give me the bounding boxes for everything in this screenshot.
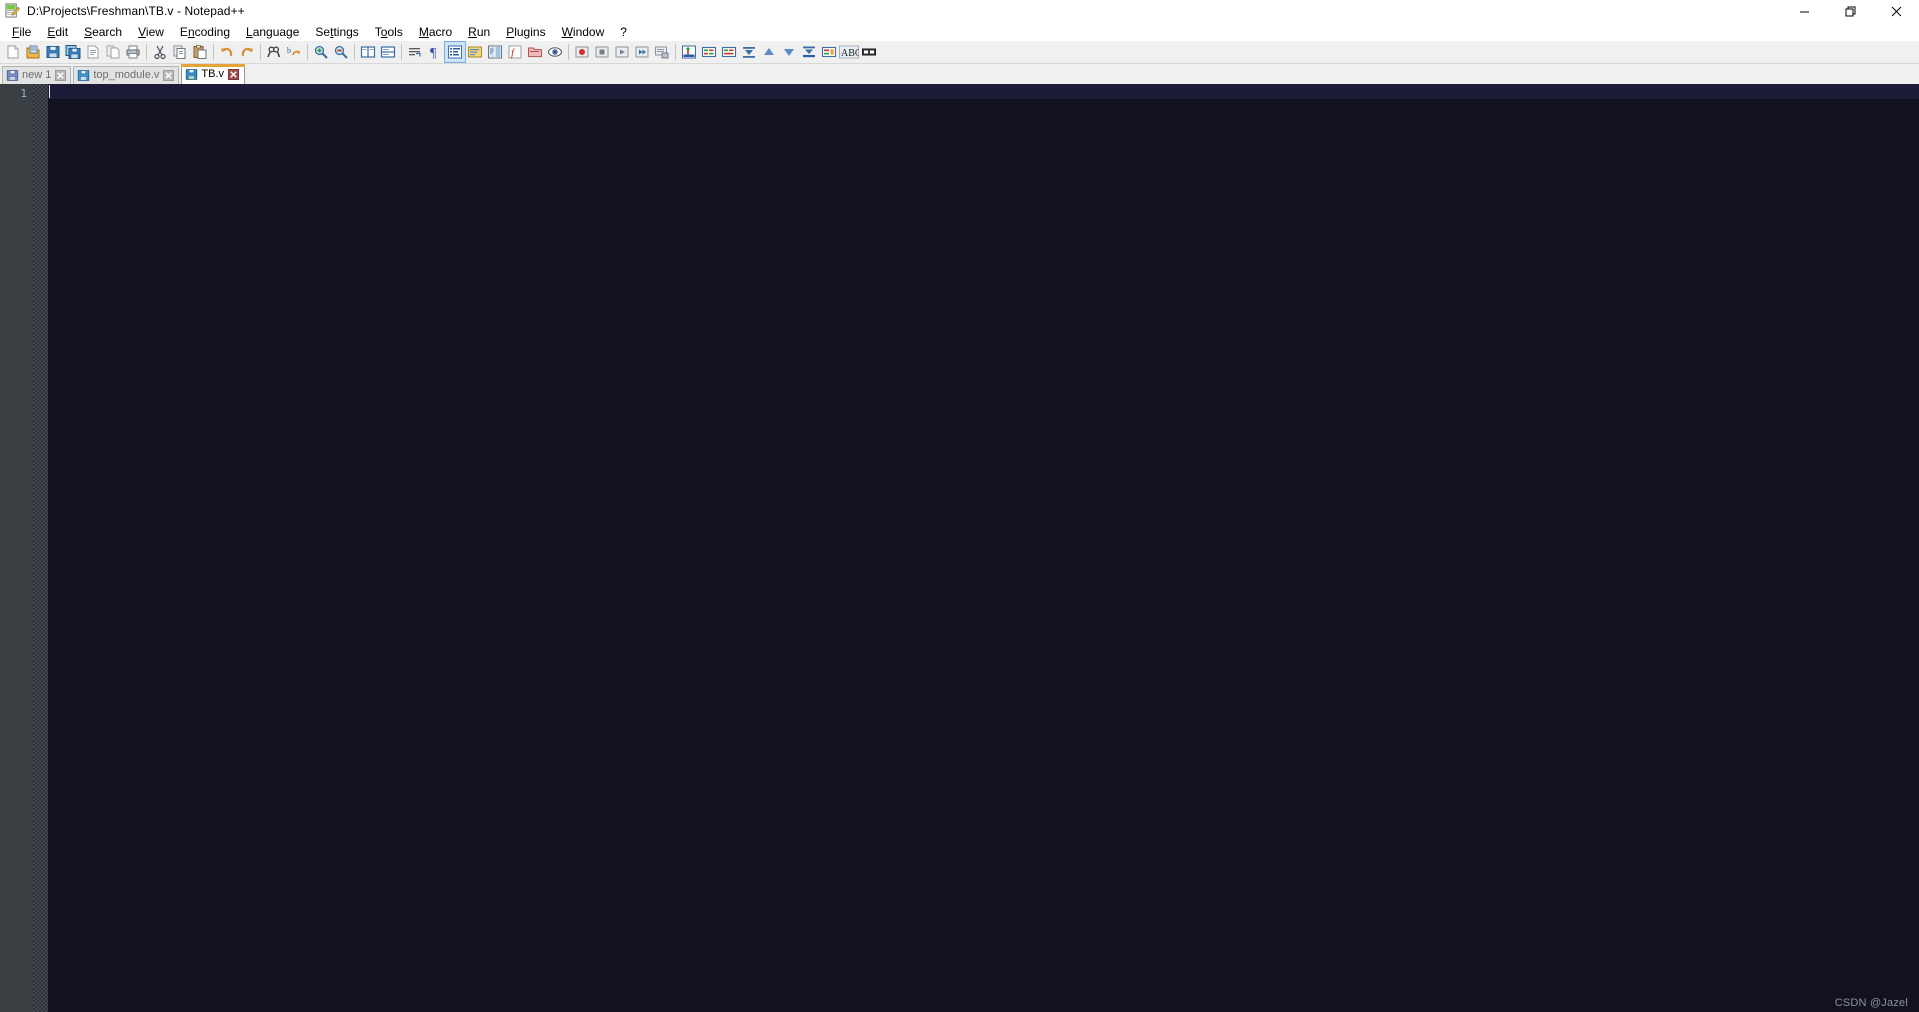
notepadpp-window: D:\Projects\Freshman\TB.v - Notepad++ Fi…	[0, 0, 1919, 1012]
bookmark-toggle-icon[interactable]	[699, 42, 719, 62]
toolbar-separator	[354, 44, 355, 60]
svg-text:¶: ¶	[430, 46, 437, 60]
macro-multiplay-icon[interactable]	[632, 42, 652, 62]
menu-language[interactable]: Language	[238, 23, 307, 41]
line-number: 1	[20, 87, 27, 100]
code-canvas[interactable]	[48, 84, 1919, 1012]
find-icon[interactable]	[264, 42, 284, 62]
bookmark-clear-icon[interactable]	[719, 42, 739, 62]
menu-tools[interactable]: Tools	[367, 23, 411, 41]
document-map-icon[interactable]	[485, 42, 505, 62]
svg-text:b: b	[287, 46, 291, 55]
tab-top-module-v[interactable]: top_module.v	[73, 66, 180, 84]
close-tab-icon[interactable]	[228, 69, 240, 80]
svg-text:ABC: ABC	[841, 48, 859, 59]
document-tab-bar: new 1 top_module.v TB.v	[0, 64, 1919, 84]
close-tab-icon[interactable]	[163, 70, 175, 81]
paste-icon[interactable]	[190, 42, 210, 62]
toolbar-separator	[213, 44, 214, 60]
tab-label: TB.v	[201, 68, 225, 80]
sync-vertical-scrolling-icon[interactable]	[358, 42, 378, 62]
toolbar-separator	[260, 44, 261, 60]
save-icon[interactable]	[43, 42, 63, 62]
macro-stop-icon[interactable]	[592, 42, 612, 62]
close-document-icon[interactable]	[83, 42, 103, 62]
title-bar: D:\Projects\Freshman\TB.v - Notepad++	[0, 0, 1919, 22]
function-list-icon[interactable]: f	[505, 42, 525, 62]
macro-record-icon[interactable]	[572, 42, 592, 62]
tab-label: new 1	[22, 69, 52, 81]
menu-plugins[interactable]: Plugins	[498, 23, 553, 41]
copy-icon[interactable]	[170, 42, 190, 62]
menu-run[interactable]: Run	[460, 23, 498, 41]
bookmark-next-icon[interactable]	[739, 42, 759, 62]
editor-area[interactable]: 1 CSDN @Jazel	[0, 84, 1919, 1012]
menu-macro[interactable]: Macro	[411, 23, 460, 41]
fullscreen-icon[interactable]	[859, 42, 879, 62]
current-line-highlight	[48, 84, 1919, 99]
save-document-icon	[185, 68, 198, 81]
zoom-in-icon[interactable]	[311, 42, 331, 62]
user-defined-dialog-icon[interactable]	[465, 42, 485, 62]
menu-settings[interactable]: Settings	[307, 23, 366, 41]
word-wrap-icon[interactable]	[405, 42, 425, 62]
open-file-icon[interactable]	[23, 42, 43, 62]
save-all-icon[interactable]	[63, 42, 83, 62]
show-all-characters-icon[interactable]: ¶	[425, 42, 445, 62]
monitoring-icon[interactable]	[545, 42, 565, 62]
new-file-icon[interactable]	[3, 42, 23, 62]
menu-edit[interactable]: Edit	[39, 23, 76, 41]
toolbar-separator	[307, 44, 308, 60]
menu-bar: File Edit Search View Encoding Language …	[0, 22, 1919, 41]
notepad-plus-plus-icon	[5, 3, 21, 19]
window-title: D:\Projects\Freshman\TB.v - Notepad++	[27, 4, 245, 18]
macro-play-icon[interactable]	[612, 42, 632, 62]
save-document-icon	[77, 69, 90, 82]
tab-new-1[interactable]: new 1	[2, 66, 72, 84]
menu-file[interactable]: File	[4, 23, 39, 41]
menu-search[interactable]: Search	[76, 23, 130, 41]
sync-horizontal-scrolling-icon[interactable]	[378, 42, 398, 62]
macro-save-icon[interactable]	[652, 42, 672, 62]
minimize-button[interactable]	[1781, 0, 1827, 22]
line-number-gutter: 1	[0, 84, 33, 1012]
bookmark-prev-icon[interactable]	[779, 42, 799, 62]
run-icon[interactable]	[679, 42, 699, 62]
tab-label: top_module.v	[93, 69, 160, 81]
bookmark-prev-up-icon[interactable]	[759, 42, 779, 62]
cut-icon[interactable]	[150, 42, 170, 62]
save-document-icon	[6, 69, 19, 82]
menu-view[interactable]: View	[130, 23, 172, 41]
bookmark-copy-icon[interactable]	[819, 42, 839, 62]
close-button[interactable]	[1873, 0, 1919, 22]
menu-encoding[interactable]: Encoding	[172, 23, 238, 41]
toolbar-separator	[401, 44, 402, 60]
show-indent-guide-icon[interactable]	[444, 41, 466, 63]
fold-margin[interactable]	[33, 84, 48, 1012]
toolbar-separator	[146, 44, 147, 60]
undo-icon[interactable]	[217, 42, 237, 62]
close-tab-icon[interactable]	[55, 70, 67, 81]
toolbar: b ¶ f ABC	[0, 41, 1919, 64]
redo-icon[interactable]	[237, 42, 257, 62]
tab-tb-v[interactable]: TB.v	[181, 64, 246, 84]
window-controls	[1781, 0, 1919, 22]
menu-window[interactable]: Window	[554, 23, 613, 41]
folder-workspace-icon[interactable]	[525, 42, 545, 62]
replace-icon[interactable]: b	[284, 42, 304, 62]
text-caret	[49, 85, 50, 98]
toolbar-separator	[568, 44, 569, 60]
toolbar-separator	[675, 44, 676, 60]
bookmark-cut-icon[interactable]	[799, 42, 819, 62]
restore-button[interactable]	[1827, 0, 1873, 22]
spellcheck-icon[interactable]: ABC	[839, 42, 859, 62]
zoom-out-icon[interactable]	[331, 42, 351, 62]
print-icon[interactable]	[123, 42, 143, 62]
menu-help[interactable]: ?	[612, 23, 635, 41]
watermark: CSDN @Jazel	[1834, 997, 1908, 1009]
close-all-icon[interactable]	[103, 42, 123, 62]
